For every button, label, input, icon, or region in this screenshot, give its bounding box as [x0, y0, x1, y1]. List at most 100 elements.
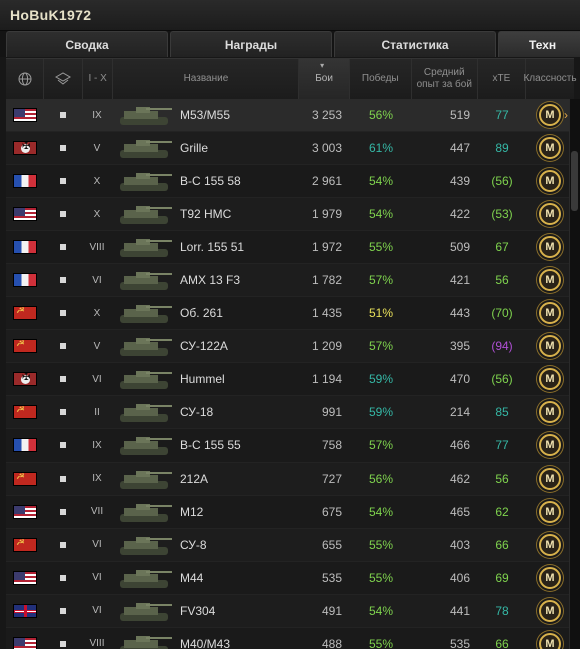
- scrollbar[interactable]: [569, 99, 580, 649]
- table-row[interactable]: V СУ-122А 1 209 57% 395 (94) M: [6, 330, 574, 364]
- vehicle-name: T92 HMC: [180, 207, 232, 222]
- name-cell: 212A: [112, 463, 300, 495]
- table-row[interactable]: VIII Lorr. 155 51 1 972 55% 509 67 M: [6, 231, 574, 265]
- name-cell: FV304: [112, 595, 300, 627]
- table-row[interactable]: VI Hummel 1 194 59% 470 (56) M: [6, 363, 574, 397]
- type-cell: [44, 231, 82, 263]
- table-row[interactable]: VI СУ-8 655 55% 403 66 M: [6, 528, 574, 562]
- xte-value: 69: [495, 570, 509, 585]
- xte-value: 78: [495, 603, 509, 618]
- wins-value: 57%: [368, 438, 394, 453]
- player-name: HoBuK1972: [10, 7, 92, 23]
- tier-cell: V: [82, 330, 112, 362]
- avg-xp-value: 395: [449, 339, 470, 354]
- vehicle-name: СУ-8: [180, 537, 207, 552]
- avg-xp-value: 443: [449, 306, 470, 321]
- header-battles[interactable]: ▾ Бои: [299, 59, 350, 99]
- xte-value: 89: [495, 141, 509, 156]
- flag-usa-icon: [13, 108, 37, 123]
- mastery-cell: M: [526, 628, 574, 649]
- type-cell: [44, 562, 82, 594]
- vehicle-name: M12: [180, 504, 204, 519]
- type-cell: [44, 198, 82, 230]
- tab-summary[interactable]: Сводка: [6, 31, 168, 57]
- table-row[interactable]: VI AMX 13 F3 1 782 57% 421 56 M: [6, 264, 574, 298]
- mastery-cell: M: [526, 595, 574, 627]
- spg-type-icon: [60, 442, 66, 449]
- table-row[interactable]: VI M44 535 55% 406 69 M: [6, 561, 574, 595]
- type-cell: [44, 165, 82, 197]
- battles-value: 1 435: [311, 306, 342, 321]
- tier-value: V: [93, 340, 101, 352]
- mastery-badge-icon: M: [539, 467, 561, 490]
- table-row[interactable]: X Об. 261 1 435 51% 443 (70) M: [6, 297, 574, 331]
- table-row[interactable]: VI FV304 491 54% 441 78 M: [6, 594, 574, 628]
- header-wins[interactable]: Победы: [350, 59, 412, 99]
- xte-value: 77: [495, 438, 509, 453]
- table-row[interactable]: X B-C 155 58 2 961 54% 439 (56) M: [6, 165, 574, 199]
- tab-vehicles[interactable]: Техн: [498, 31, 580, 57]
- header-name[interactable]: Название: [113, 59, 300, 99]
- tier-value: X: [93, 307, 101, 319]
- tank-image: [120, 602, 172, 621]
- wins-value: 57%: [368, 273, 394, 288]
- name-cell: B-C 155 55: [112, 429, 300, 461]
- avg-xp-value: 441: [449, 603, 470, 618]
- flag-ussr-icon: [13, 537, 37, 552]
- nation-cell: [6, 496, 44, 528]
- tier-cell: IX: [82, 99, 112, 131]
- avg-xp-value: 519: [449, 108, 470, 123]
- mastery-cell: M: [526, 363, 574, 395]
- tank-image: [120, 635, 172, 649]
- header-nation[interactable]: [6, 59, 45, 99]
- xte-value: (56): [491, 372, 513, 387]
- name-cell: Lorr. 155 51: [112, 231, 300, 263]
- header-type[interactable]: [44, 59, 83, 99]
- flag-ussr-icon: [13, 306, 37, 321]
- header-mastery[interactable]: Классность: [523, 59, 576, 99]
- tier-value: X: [93, 208, 101, 220]
- table-row[interactable]: II СУ-18 991 59% 214 85 M: [6, 396, 574, 430]
- vehicle-name: AMX 13 F3: [180, 273, 241, 288]
- scroll-thumb[interactable]: [571, 151, 578, 211]
- table-row[interactable]: IX M53/M55 3 253 56% 519 77 M ›: [6, 99, 574, 133]
- header-battles-label: Бои: [315, 73, 333, 84]
- tab-awards[interactable]: Награды: [170, 31, 332, 57]
- table-row[interactable]: IX B-C 155 55 758 57% 466 77 M: [6, 429, 574, 463]
- wins-value: 59%: [368, 372, 394, 387]
- nation-cell: [6, 165, 44, 197]
- header-tier[interactable]: I - X: [83, 59, 114, 99]
- spg-type-icon: [60, 376, 66, 383]
- app-window: HoBuK1972 Сводка Награды Статистика Техн…: [0, 0, 580, 649]
- nation-cell: [6, 396, 44, 428]
- tier-value: VI: [92, 572, 102, 584]
- xte-value: 56: [495, 471, 509, 486]
- mastery-cell: M: [526, 529, 574, 561]
- tier-value: IX: [92, 473, 102, 485]
- tab-statistics[interactable]: Статистика: [334, 31, 496, 57]
- mastery-cell: M: [526, 562, 574, 594]
- type-cell: [44, 628, 82, 649]
- table-row[interactable]: V Grille 3 003 61% 447 89 M: [6, 132, 574, 166]
- flag-ussr-icon: [13, 471, 37, 486]
- mastery-badge-icon: M: [539, 632, 561, 649]
- name-cell: T92 HMC: [112, 198, 300, 230]
- avg-xp-value: 470: [449, 372, 470, 387]
- table-row[interactable]: X T92 HMC 1 979 54% 422 (53) M: [6, 198, 574, 232]
- wins-value: 54%: [368, 174, 394, 189]
- header-avg-xp[interactable]: Средний опыт за бой: [412, 59, 478, 99]
- table-row[interactable]: VII M12 675 54% 465 62 M: [6, 495, 574, 529]
- table-row[interactable]: VIII M40/M43 488 55% 535 66 M: [6, 627, 574, 649]
- mastery-badge-icon: M: [539, 533, 561, 556]
- mastery-cell: M: [526, 330, 574, 362]
- xte-value: (70): [491, 306, 513, 321]
- name-cell: СУ-122А: [112, 330, 300, 362]
- table-row[interactable]: IX 212A 727 56% 462 56 M: [6, 462, 574, 496]
- tank-image: [120, 272, 172, 291]
- flag-usa-icon: [13, 207, 37, 222]
- header-xte[interactable]: xTE: [478, 59, 527, 99]
- tier-cell: VI: [82, 595, 112, 627]
- mastery-badge-icon: M: [539, 203, 561, 226]
- tier-cell: X: [82, 198, 112, 230]
- type-cell: [44, 396, 82, 428]
